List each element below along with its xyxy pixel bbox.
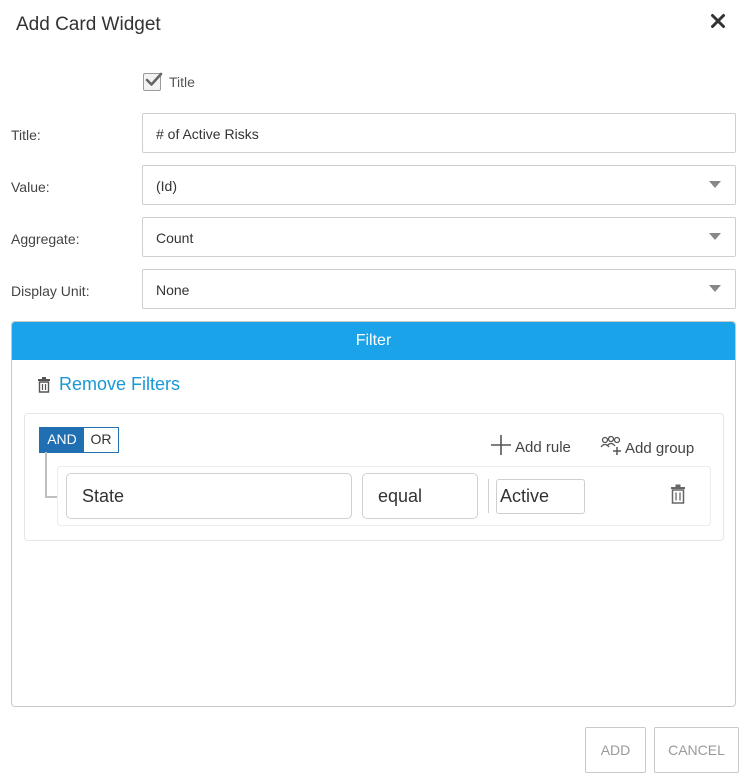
- title-label: Title:: [11, 127, 41, 143]
- add-group-icon: [600, 435, 621, 455]
- trash-icon: [38, 376, 50, 393]
- and-button[interactable]: AND: [40, 428, 84, 452]
- rule-field-select[interactable]: State: [66, 473, 352, 519]
- trash-icon: [671, 484, 685, 504]
- rule-value-input[interactable]: [496, 479, 585, 514]
- chevron-down-icon: [709, 285, 721, 292]
- display-unit-select[interactable]: None: [142, 269, 736, 309]
- add-group-button[interactable]: Add group: [600, 434, 694, 457]
- display-unit-select-value: None: [156, 282, 190, 298]
- dialog-title: Add Card Widget: [16, 14, 161, 35]
- title-input[interactable]: # of Active Risks: [142, 113, 736, 153]
- chevron-down-icon: [709, 233, 721, 240]
- filter-group: AND OR Add rule Add group State equal Ac…: [24, 413, 724, 541]
- group-connector: [45, 452, 57, 498]
- add-group-label: Add group: [625, 440, 695, 457]
- add-button[interactable]: ADD: [585, 727, 646, 773]
- rule-operator-value: equal: [378, 486, 423, 506]
- display-unit-label: Display Unit:: [11, 283, 90, 299]
- title-checkbox-label: Title: [169, 74, 195, 90]
- value-label: Value:: [11, 179, 50, 195]
- checkmark-icon: [145, 72, 163, 86]
- plus-icon: [491, 434, 511, 455]
- delete-rule-button[interactable]: [670, 484, 686, 509]
- chevron-down-icon: [709, 181, 721, 188]
- or-button[interactable]: OR: [84, 428, 118, 452]
- cancel-button[interactable]: CANCEL: [654, 727, 739, 773]
- filter-rule: State equal: [57, 466, 711, 526]
- aggregate-select[interactable]: Count: [142, 217, 736, 257]
- title-checkbox-row[interactable]: Title: [143, 72, 195, 92]
- logic-toggle: AND OR: [39, 427, 119, 453]
- filter-panel: Filter Remove Filters AND OR Add rule Ad…: [11, 321, 736, 707]
- rule-divider: [488, 479, 489, 513]
- aggregate-label: Aggregate:: [11, 231, 80, 247]
- add-card-widget-dialog: Add Card Widget Title Title: # of Active…: [0, 0, 744, 777]
- close-icon[interactable]: [710, 13, 730, 35]
- value-select-value: (Id): [156, 178, 177, 194]
- rule-field-value: State: [82, 486, 125, 506]
- add-rule-button[interactable]: Add rule: [490, 433, 571, 456]
- remove-filters-label: Remove Filters: [59, 374, 181, 394]
- title-checkbox[interactable]: [143, 72, 163, 91]
- filter-header: Filter: [12, 322, 735, 360]
- add-rule-label: Add rule: [515, 439, 571, 456]
- remove-filters-button[interactable]: Remove Filters: [37, 374, 180, 395]
- rule-operator-select[interactable]: equal: [362, 473, 478, 519]
- title-input-value: # of Active Risks: [156, 126, 259, 142]
- aggregate-select-value: Count: [156, 230, 194, 246]
- value-select[interactable]: (Id): [142, 165, 736, 205]
